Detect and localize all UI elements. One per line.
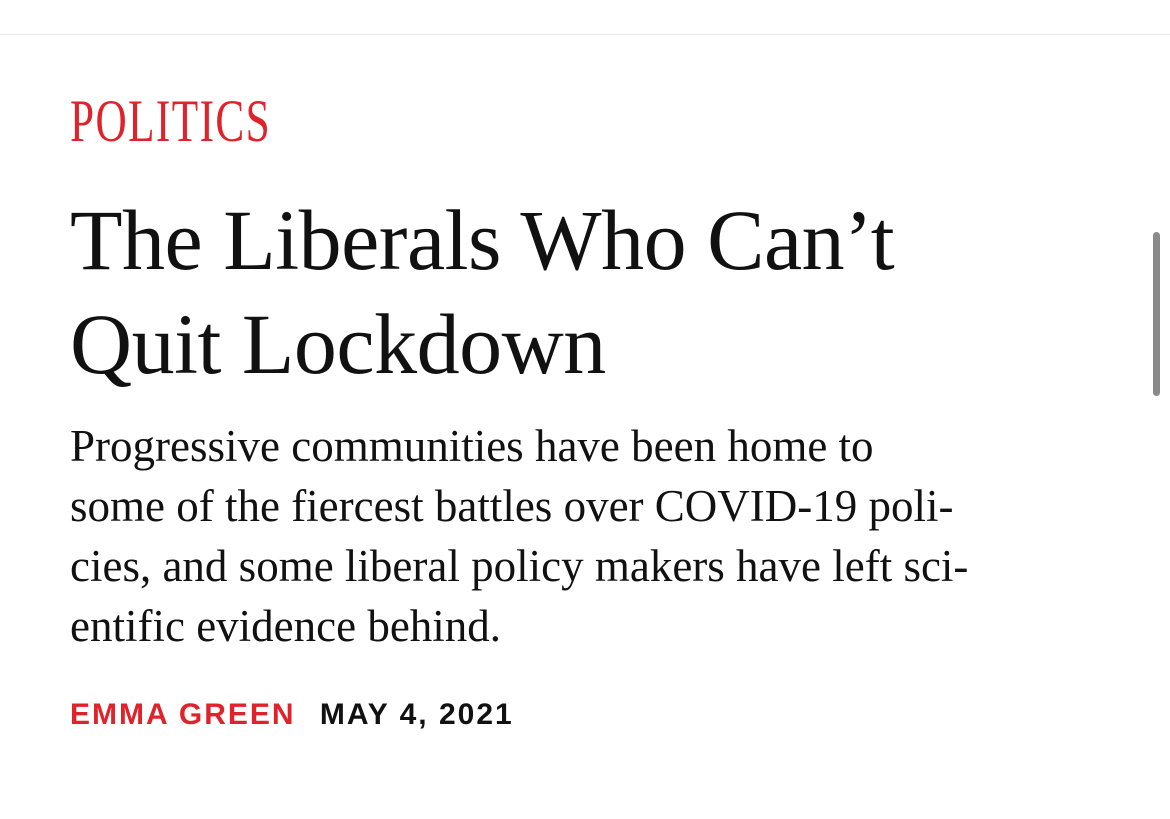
article-header: POLITICS The Liberals Who Can’t Quit Loc…: [70, 90, 1110, 732]
dek-line: Progressive communities have been home t…: [70, 421, 874, 471]
article-page: POLITICS The Liberals Who Can’t Quit Loc…: [0, 0, 1170, 819]
dek-line: cies, and some liberal policy makers hav…: [70, 541, 969, 591]
dek-line: entific evidence behind.: [70, 601, 502, 651]
author-link[interactable]: EMMA GREEN: [70, 698, 296, 731]
headline-line: Quit Lockdown: [70, 296, 606, 392]
dek-line: some of the fiercest battles over COVID-…: [70, 481, 954, 531]
article-headline: The Liberals Who Can’t Quit Lockdown: [70, 188, 1030, 396]
byline: EMMA GREEN MAY 4, 2021: [70, 698, 1110, 732]
scrollbar[interactable]: [1153, 232, 1160, 396]
section-label[interactable]: POLITICS: [70, 90, 271, 152]
headline-line: The Liberals Who Can’t: [70, 192, 895, 288]
publish-date: MAY 4, 2021: [319, 698, 514, 731]
top-divider: [0, 34, 1170, 35]
article-dek: Progressive communities have been home t…: [70, 416, 1100, 656]
